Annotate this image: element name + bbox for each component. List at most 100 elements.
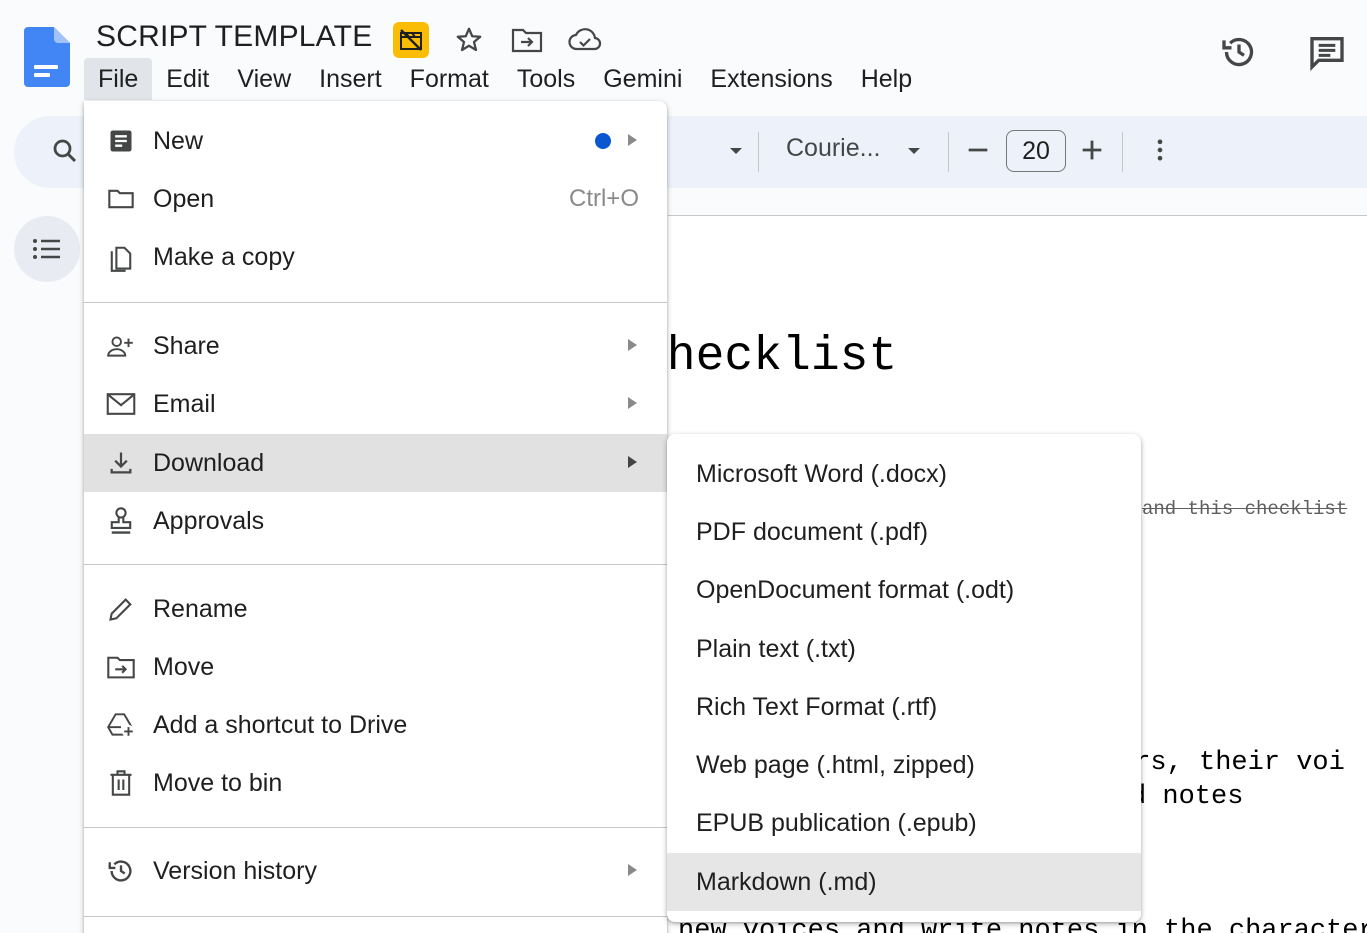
menu-item-move[interactable]: Move <box>84 638 667 696</box>
comments-icon[interactable] <box>1303 28 1351 76</box>
new-doc-icon <box>106 126 136 156</box>
download-option-label: Rich Text Format (.rtf) <box>696 692 938 721</box>
history-icon <box>106 856 136 886</box>
document-title[interactable]: SCRIPT TEMPLATE <box>96 20 372 54</box>
menu-item-label: Version history <box>153 856 317 885</box>
download-option-docx[interactable]: Microsoft Word (.docx) <box>667 445 1141 503</box>
download-option-label: Microsoft Word (.docx) <box>696 459 947 488</box>
copy-icon <box>106 242 136 272</box>
menu-item-make-a-copy[interactable]: Make a copy <box>84 228 667 286</box>
menu-item-label: Email <box>153 389 216 418</box>
menu-view[interactable]: View <box>223 58 305 100</box>
menu-item-rename[interactable]: Rename <box>84 580 667 638</box>
star-icon[interactable] <box>451 22 487 58</box>
menu-item-label: New <box>153 126 204 155</box>
menu-item-label: Rename <box>153 594 248 623</box>
download-option-epub[interactable]: EPUB publication (.epub) <box>667 794 1141 852</box>
submenu-arrow-icon <box>628 864 637 876</box>
download-option-label: Web page (.html, zipped) <box>696 750 975 779</box>
submenu-arrow-icon <box>628 456 637 468</box>
toolbar-divider <box>1122 132 1123 172</box>
menu-item-label: Make a copy <box>153 242 295 271</box>
strikethrough-text: and this checklist <box>1142 498 1348 520</box>
menu-item-share[interactable]: Share <box>84 317 667 375</box>
download-option-pdf[interactable]: PDF document (.pdf) <box>667 503 1141 561</box>
menu-divider <box>84 302 667 303</box>
menu-bar: File Edit View Insert Format Tools Gemin… <box>84 58 926 100</box>
menu-item-add-shortcut[interactable]: Add a shortcut to Drive <box>84 696 667 754</box>
approval-stamp-icon <box>106 506 136 536</box>
decrease-font-size-icon[interactable] <box>964 136 992 164</box>
menu-format[interactable]: Format <box>396 58 503 100</box>
document-text-line: d notes <box>1130 782 1244 812</box>
download-option-label: EPUB publication (.epub) <box>696 808 977 837</box>
download-option-html[interactable]: Web page (.html, zipped) <box>667 736 1141 794</box>
search-menus-icon[interactable] <box>50 136 80 166</box>
move-to-folder-icon[interactable] <box>509 22 545 58</box>
download-icon <box>106 448 136 478</box>
menu-item-label: Share <box>153 331 220 360</box>
menu-gemini[interactable]: Gemini <box>589 58 696 100</box>
menu-divider <box>84 916 667 917</box>
more-options-icon[interactable] <box>1146 136 1174 164</box>
download-option-label: Plain text (.txt) <box>696 634 856 663</box>
docs-logo-icon[interactable] <box>24 27 70 87</box>
menu-item-new[interactable]: New <box>84 112 667 170</box>
font-family-select[interactable]: Courie... <box>786 134 880 163</box>
download-option-rtf[interactable]: Rich Text Format (.rtf) <box>667 678 1141 736</box>
menu-item-label: Approvals <box>153 506 265 535</box>
menu-item-label: Move to bin <box>153 768 283 797</box>
folder-icon <box>106 184 136 214</box>
menu-file[interactable]: File <box>84 58 153 100</box>
document-outline-icon[interactable] <box>14 216 80 282</box>
menu-help[interactable]: Help <box>847 58 926 100</box>
pencil-icon <box>106 594 136 624</box>
menu-divider <box>84 564 667 565</box>
submenu-arrow-icon <box>628 134 637 146</box>
download-option-txt[interactable]: Plain text (.txt) <box>667 620 1141 678</box>
menu-item-approvals[interactable]: Approvals <box>84 492 667 550</box>
new-indicator-dot <box>595 133 611 149</box>
increase-font-size-icon[interactable] <box>1078 136 1106 164</box>
app-header: SCRIPT TEMPLATE File Edit View Insert Fo… <box>0 0 1367 105</box>
keyboard-shortcut: Ctrl+O <box>568 185 639 212</box>
toolbar-divider <box>758 132 759 172</box>
file-menu: New Open Ctrl+O Make a copy Share Email <box>84 101 667 933</box>
menu-edit[interactable]: Edit <box>152 58 223 100</box>
download-option-label: PDF document (.pdf) <box>696 517 929 546</box>
menu-item-move-to-bin[interactable]: Move to bin <box>84 754 667 812</box>
cloud-saved-icon[interactable] <box>567 22 603 58</box>
document-heading: Checklist <box>668 330 898 384</box>
no-video-badge-icon[interactable] <box>393 22 429 58</box>
menu-item-version-history[interactable]: Version history <box>84 842 667 900</box>
submenu-arrow-icon <box>628 339 637 351</box>
font-size-input[interactable]: 20 <box>1006 130 1066 172</box>
menu-divider <box>84 827 667 828</box>
share-person-icon <box>106 331 136 361</box>
download-option-label: Markdown (.md) <box>696 867 877 896</box>
download-option-markdown[interactable]: Markdown (.md) <box>667 853 1141 911</box>
menu-item-label: Move <box>153 652 215 681</box>
download-option-label: OpenDocument format (.odt) <box>696 575 1015 604</box>
menu-item-email[interactable]: Email <box>84 375 667 433</box>
submenu-arrow-icon <box>628 397 637 409</box>
menu-item-open[interactable]: Open Ctrl+O <box>84 170 667 228</box>
toolbar-divider <box>948 132 949 172</box>
trash-icon <box>106 768 136 798</box>
move-folder-icon <box>106 652 136 682</box>
download-option-odt[interactable]: OpenDocument format (.odt) <box>667 561 1141 619</box>
menu-item-label: Add a shortcut to Drive <box>153 710 408 739</box>
menu-tools[interactable]: Tools <box>503 58 589 100</box>
menu-insert[interactable]: Insert <box>305 58 396 100</box>
email-icon <box>106 389 136 419</box>
version-history-icon[interactable] <box>1215 28 1263 76</box>
menu-item-label: Download <box>153 448 265 477</box>
menu-item-label: Open <box>153 184 215 213</box>
document-text-line: ers, their voi <box>1118 748 1345 778</box>
menu-item-download[interactable]: Download <box>84 434 667 492</box>
drive-shortcut-icon <box>106 710 136 740</box>
style-dropdown-chevron-icon[interactable] <box>726 141 746 161</box>
download-submenu: Microsoft Word (.docx) PDF document (.pd… <box>667 434 1141 922</box>
font-dropdown-chevron-icon[interactable] <box>904 141 924 161</box>
menu-extensions[interactable]: Extensions <box>696 58 846 100</box>
